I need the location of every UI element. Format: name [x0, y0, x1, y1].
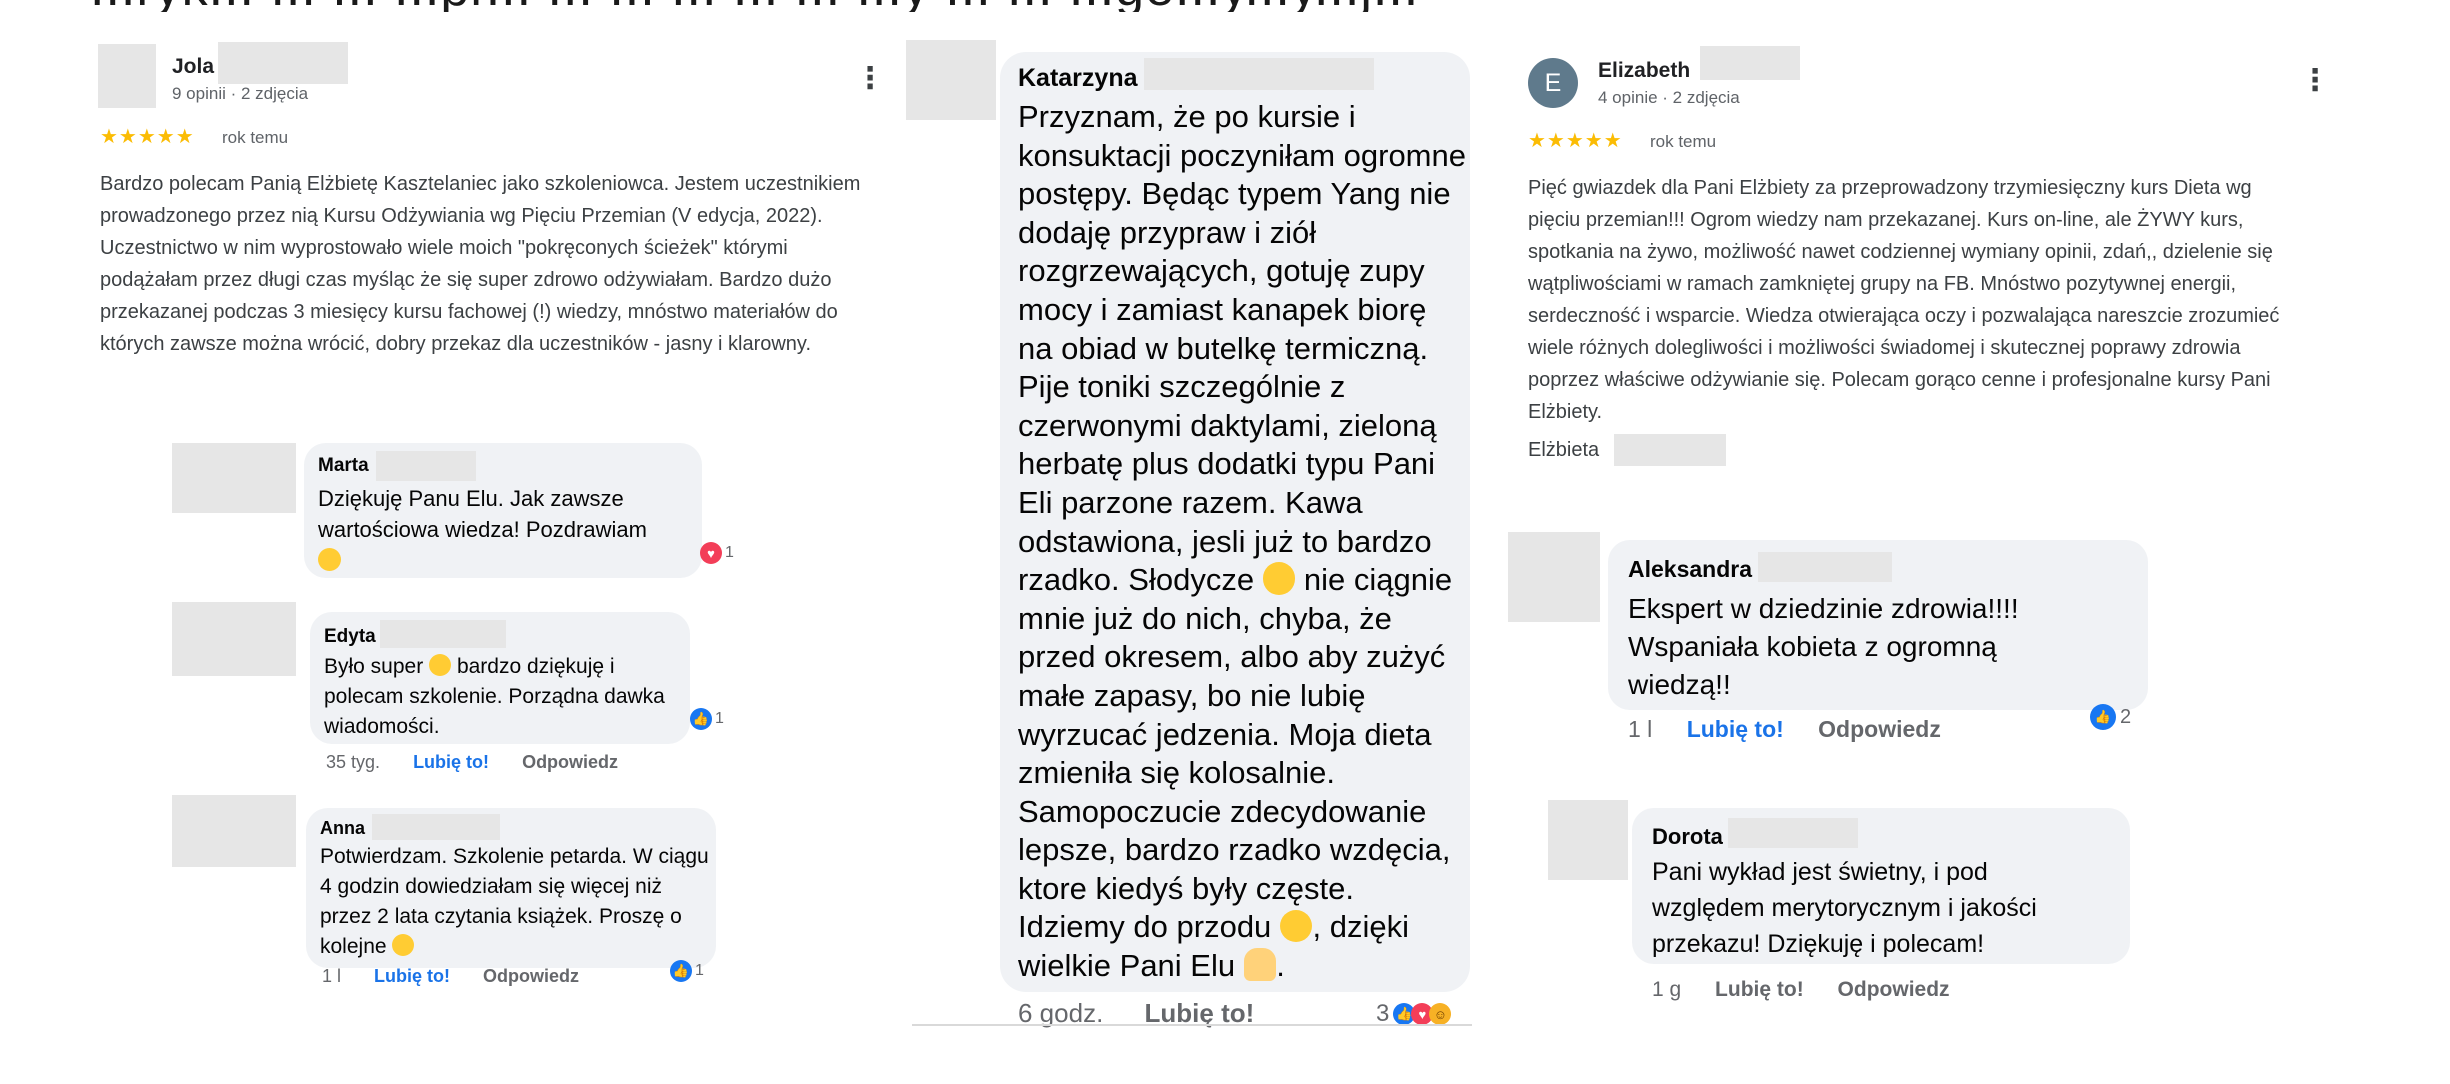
redacted-surname — [1700, 46, 1800, 80]
comment-time[interactable]: 1 g — [1652, 978, 1681, 1001]
cropped-headline: ...ryk... ... ... ...pr... ... ... ... .… — [90, 0, 2390, 12]
avatar-placeholder — [172, 795, 296, 867]
praying-hands-icon — [1243, 948, 1277, 981]
comment-text: Dziękuję Panu Elu. Jak zawsze wartościow… — [318, 483, 668, 576]
reviewer-name[interactable]: Jola — [172, 55, 214, 79]
smile-emoji-icon — [429, 654, 452, 677]
reaction-number: 1 — [695, 962, 704, 979]
comment-time[interactable]: 1 l — [322, 966, 341, 986]
star-rating: ★★★★★ — [100, 126, 195, 148]
more-options-icon[interactable]: ⋮ — [855, 64, 885, 94]
avatar-placeholder — [172, 443, 296, 513]
comment-text: Było super bardzo dziękuję i polecam szk… — [324, 652, 674, 742]
thinking-emoji-icon — [1262, 562, 1296, 595]
avatar-placeholder — [906, 40, 996, 120]
redacted-surname — [1144, 58, 1374, 90]
like-button[interactable]: Lubię to! — [1687, 716, 1784, 742]
comment-text-part-2: nie ciągnie mnie już do nich, chyba, że … — [1018, 562, 1453, 945]
like-button[interactable]: Lubię to! — [1715, 978, 1804, 1001]
reviewer-meta: 9 opinii · 2 zdjęcia — [172, 84, 309, 103]
reaction-count[interactable]: 👍 1 — [690, 708, 724, 730]
comment-text-start: Było super — [324, 655, 424, 678]
redacted-surname — [372, 814, 500, 840]
comment-text: Pani wykład jest świetny, i pod względem… — [1652, 858, 2037, 958]
reaction-number: 1 — [715, 710, 724, 727]
comment-time[interactable]: 1 l — [1628, 716, 1652, 742]
comment-actions: 1 g Lubię to! Odpowiedz — [1652, 978, 1978, 1002]
avatar-placeholder — [172, 602, 296, 676]
reply-button[interactable]: Odpowiedz — [1838, 978, 1950, 1001]
like-reaction-icon: 👍 — [670, 960, 692, 982]
reply-button[interactable]: Odpowiedz — [1818, 716, 1941, 742]
reaction-count[interactable]: 👍 2 — [2090, 704, 2131, 730]
review-text: Pięć gwiazdek dla Pani Elżbiety za przep… — [1528, 177, 2280, 423]
comment-actions: 1 l Lubię to! Odpowiedz — [1628, 716, 1969, 743]
comment-bubble: Edyta Było super bardzo dziękuję i polec… — [310, 612, 690, 744]
redacted-surname — [1614, 434, 1726, 466]
review-age: rok temu — [222, 128, 289, 147]
comment-text: Przyznam, że po kursie i konsuktacji poc… — [1018, 98, 1466, 986]
reviewer-name[interactable]: Elizabeth — [1598, 59, 1690, 83]
like-button[interactable]: Lubię to! — [413, 752, 489, 772]
commenter-name[interactable]: Anna — [320, 818, 365, 839]
more-options-icon[interactable]: ⋮ — [2300, 66, 2330, 96]
reviewer-meta: 4 opinie · 2 zdjęcia — [1598, 88, 1740, 107]
avatar-placeholder — [1548, 800, 1628, 880]
review-age: rok temu — [1650, 132, 1717, 151]
reply-button[interactable]: Odpowiedz — [483, 966, 579, 986]
star-rating: ★★★★★ — [1528, 130, 1623, 152]
divider-line — [912, 1024, 1472, 1026]
smile-emoji-icon — [392, 934, 415, 957]
commenter-name[interactable]: Katarzyna — [1018, 64, 1138, 93]
reaction-count[interactable]: 👍 1 — [670, 960, 704, 982]
reaction-count[interactable]: ♥ 1 — [700, 542, 734, 564]
comment-bubble: Katarzyna Przyznam, że po kursie i konsu… — [1000, 52, 1470, 992]
avatar-placeholder — [98, 44, 156, 108]
comment-time[interactable]: 35 tyg. — [326, 752, 380, 772]
like-reaction-icon: 👍 — [690, 708, 712, 730]
comment-bubble: Dorota Pani wykład jest świetny, i pod w… — [1632, 808, 2130, 964]
commenter-name[interactable]: Aleksandra — [1628, 556, 1752, 583]
reaction-number: 2 — [2120, 705, 2132, 728]
smile-emoji-icon — [1279, 909, 1313, 943]
comment-text-body: Potwierdzam. Szkolenie petarda. W ciągu … — [320, 845, 709, 958]
comment-bubble: Marta Dziękuję Panu Elu. Jak zawsze wart… — [304, 443, 702, 578]
comment-bubble: Aleksandra Ekspert w dziedzinie zdrowia!… — [1608, 540, 2148, 710]
comment-text: Potwierdzam. Szkolenie petarda. W ciągu … — [320, 842, 710, 962]
comment-actions: 1 l Lubię to! Odpowiedz — [322, 966, 607, 987]
comment-text: Ekspert w dziedzinie zdrowia!!!! Wspania… — [1628, 593, 2019, 700]
avatar: E — [1528, 58, 1578, 108]
commenter-name[interactable]: Marta — [318, 455, 369, 477]
comment-text-body: Dziękuję Panu Elu. Jak zawsze wartościow… — [318, 486, 647, 542]
reply-button[interactable]: Odpowiedz — [522, 752, 618, 772]
like-button[interactable]: Lubię to! — [374, 966, 450, 986]
redacted-surname — [218, 42, 348, 84]
reaction-number: 1 — [725, 544, 734, 561]
comment-bubble: Anna Potwierdzam. Szkolenie petarda. W c… — [306, 808, 716, 968]
avatar-placeholder — [1508, 532, 1600, 622]
redacted-surname — [1728, 818, 1858, 848]
review-signature: Elżbieta — [1528, 439, 1600, 461]
comment-actions: 35 tyg. Lubię to! Odpowiedz — [326, 752, 646, 773]
love-reaction-icon: ♥ — [700, 542, 722, 564]
care-reaction-icon: ☺ — [1429, 1003, 1452, 1025]
redacted-surname — [376, 451, 476, 481]
review-text: Bardzo polecam Panią Elżbietę Kasztelani… — [100, 173, 861, 355]
redacted-surname — [1758, 552, 1892, 582]
commenter-name[interactable]: Dorota — [1652, 824, 1723, 850]
comment-text-part-4: . — [1276, 948, 1285, 984]
comment-text-part-1: Przyznam, że po kursie i konsuktacji poc… — [1018, 99, 1466, 598]
commenter-name[interactable]: Edyta — [324, 626, 376, 648]
redacted-surname — [380, 620, 506, 648]
like-reaction-icon: 👍 — [2090, 704, 2116, 730]
kiss-emoji-icon — [318, 548, 342, 572]
